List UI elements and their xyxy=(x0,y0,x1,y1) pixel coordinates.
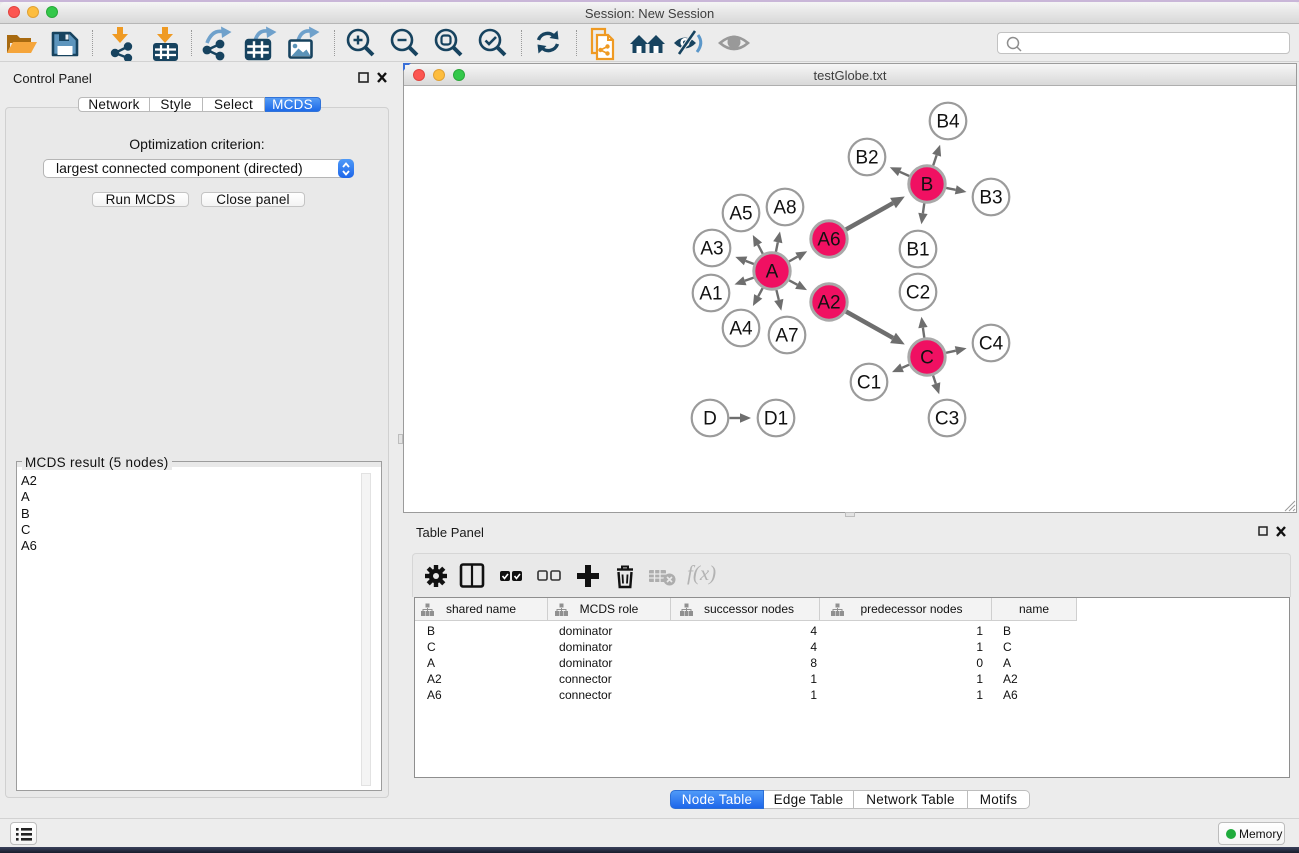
svg-text:B: B xyxy=(921,175,934,196)
svg-text:A7: A7 xyxy=(775,326,798,347)
svg-text:A5: A5 xyxy=(729,204,752,225)
svg-text:A6: A6 xyxy=(817,230,840,251)
svg-text:C1: C1 xyxy=(857,373,881,394)
svg-text:A: A xyxy=(766,262,779,283)
svg-text:A8: A8 xyxy=(773,198,796,219)
svg-text:A3: A3 xyxy=(700,239,723,260)
svg-text:A2: A2 xyxy=(817,293,840,314)
svg-text:D1: D1 xyxy=(764,409,788,430)
svg-text:C2: C2 xyxy=(906,283,930,304)
svg-text:B4: B4 xyxy=(936,112,960,133)
svg-text:B2: B2 xyxy=(855,148,878,169)
svg-text:C4: C4 xyxy=(979,334,1004,355)
svg-text:B1: B1 xyxy=(906,240,929,261)
svg-text:B3: B3 xyxy=(979,188,1002,209)
svg-text:A1: A1 xyxy=(699,284,722,305)
svg-text:C3: C3 xyxy=(935,409,959,430)
svg-text:A4: A4 xyxy=(729,319,753,340)
svg-text:C: C xyxy=(920,348,934,369)
svg-text:D: D xyxy=(703,409,717,430)
